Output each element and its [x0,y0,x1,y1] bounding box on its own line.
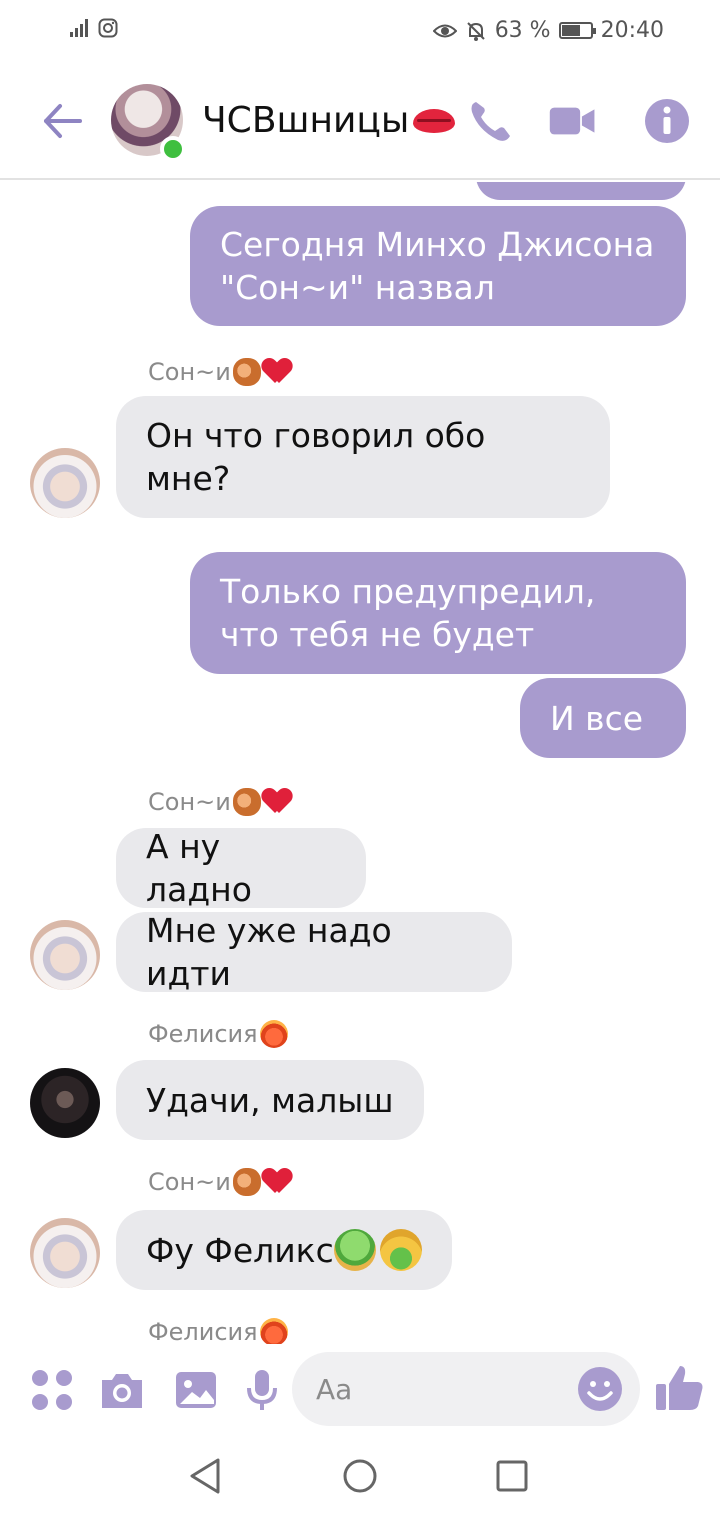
message-bubble-out[interactable] [476,182,686,200]
nav-home-icon[interactable] [340,1456,380,1496]
apps-icon[interactable] [28,1366,76,1414]
battery-percent: 63 % [494,18,551,43]
message-input[interactable] [316,1352,576,1426]
video-camera-icon[interactable] [548,96,598,146]
nauseated-face-emoji-icon [333,1229,376,1271]
sender-name: Сон~и [148,358,291,386]
heart-emoji-icon [263,789,291,815]
vomiting-face-emoji-icon [379,1229,422,1271]
message-bubble-in[interactable]: Он что говорил обо мне? [116,396,610,518]
message-bubble-out[interactable]: Только предупредил, что тебя не будет [190,552,686,674]
system-navigation-bar [0,1436,720,1520]
message-composer [0,1344,720,1436]
sender-name: Фелисия [148,1020,288,1048]
status-left [70,18,118,38]
message-bubble-out[interactable]: Сегодня Минхо Джисона "Сон~и" назвал [190,206,686,326]
camera-icon[interactable] [98,1366,146,1414]
heart-emoji-icon [263,1169,291,1195]
sender-name-text: Фелисия [148,1318,258,1344]
info-icon[interactable] [642,96,692,146]
heart-emoji-icon [263,359,291,385]
hot-face-emoji-icon [259,1020,288,1048]
chat-title-text: ЧСВшницы [202,100,410,141]
sender-name-text: Сон~и [148,788,231,816]
message-bubble-out[interactable]: И все [520,678,686,758]
nav-recents-icon[interactable] [492,1456,532,1496]
smiley-icon[interactable] [576,1365,624,1413]
squirrel-emoji-icon [232,1168,261,1196]
message-bubble-in[interactable]: Удачи, малыш [116,1060,424,1140]
back-arrow-icon[interactable] [38,96,88,146]
thumbs-up-icon[interactable] [654,1362,706,1414]
sender-name-text: Сон~и [148,1168,231,1196]
sender-name: Фелисия [148,1318,288,1344]
online-status-dot [160,136,186,162]
sender-name: Сон~и [148,1168,291,1196]
sender-name-text: Сон~и [148,358,231,386]
status-right: 63 % 20:40 [432,18,664,43]
phone-icon[interactable] [466,96,516,146]
message-text: Фу Феликс [146,1230,334,1270]
image-icon[interactable] [172,1366,220,1414]
avatar[interactable] [30,1218,100,1288]
sender-name-text: Фелисия [148,1020,258,1048]
message-bubble-in[interactable]: Фу Феликс [116,1210,452,1290]
battery-icon [558,22,596,39]
avatar[interactable] [30,1068,100,1138]
squirrel-emoji-icon [232,358,261,386]
avatar[interactable] [30,448,100,518]
squirrel-emoji-icon [232,788,261,816]
lips-emoji-icon [413,108,456,133]
chat-header: ЧСВшницы [0,62,720,180]
instagram-icon [98,18,118,38]
chat-title[interactable]: ЧСВшницы [202,100,456,141]
message-bubble-in[interactable]: Мне уже надо идти [116,911,512,993]
signal-icon [70,19,88,37]
message-input-box[interactable] [292,1352,640,1426]
status-bar: 63 % 20:40 [0,0,720,62]
avatar[interactable] [30,920,100,990]
mute-bell-icon [466,21,485,41]
microphone-icon[interactable] [238,1366,286,1414]
message-bubble-in[interactable]: А ну ладно [116,827,366,909]
sender-name: Сон~и [148,788,291,816]
eye-icon [432,24,457,37]
nav-back-icon[interactable] [186,1456,226,1496]
hot-face-emoji-icon [259,1318,288,1344]
clock: 20:40 [600,18,664,43]
message-list[interactable]: Сегодня Минхо Джисона "Сон~и" назвал Сон… [0,182,720,1344]
